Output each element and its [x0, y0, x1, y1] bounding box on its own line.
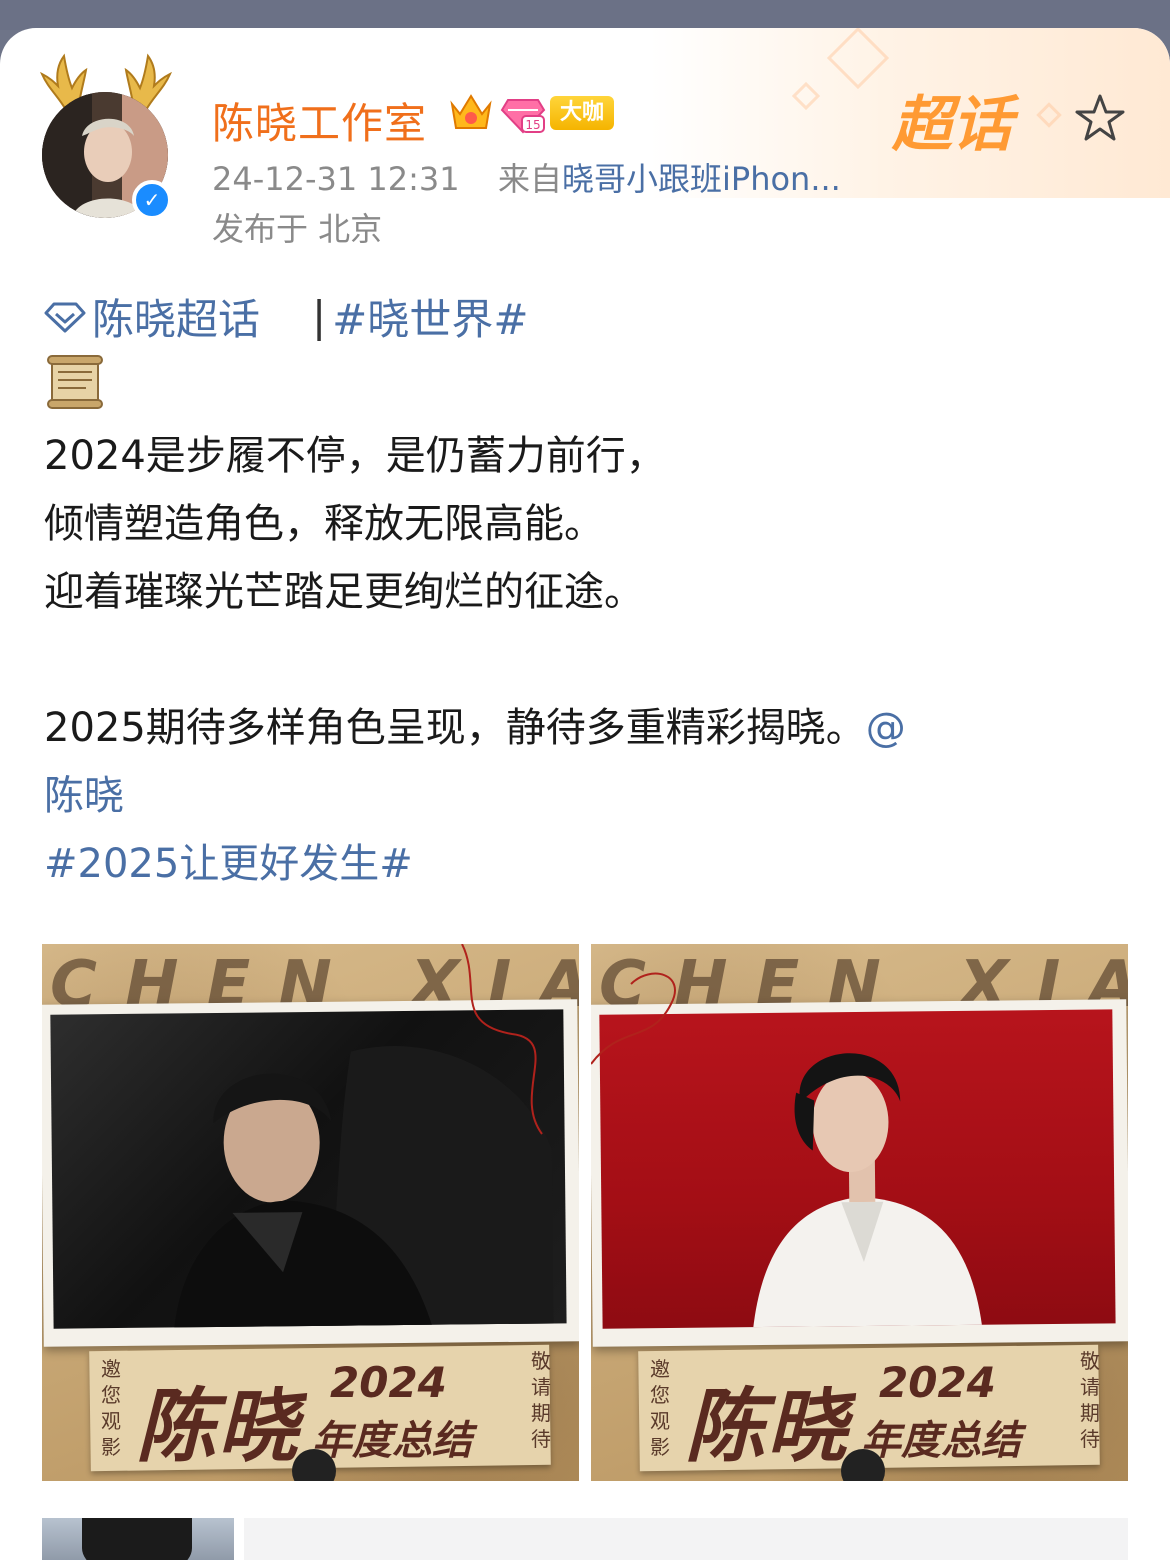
crown-icon[interactable] [448, 90, 494, 134]
post-image-1[interactable]: CHEN XIAO 邀您观影 陈晓 2024 年度总结 敬请期待 [42, 944, 579, 1481]
topic-separator: | [312, 292, 327, 341]
poster-year: 2024 [330, 1358, 447, 1407]
poster-vertical-left: 邀您观影 [101, 1357, 121, 1459]
hashtag-link[interactable]: #2025让更好发生# [44, 830, 1134, 898]
poster-year: 2024 [879, 1358, 996, 1407]
hashtag-link[interactable]: #晓世界# [332, 286, 528, 347]
mention-at[interactable]: @ [866, 705, 906, 751]
status-bar-strip [0, 0, 1170, 30]
avatar-block[interactable]: ✓ [36, 48, 176, 228]
post-body: 2024是步履不停，是仍蓄力前行， 倾情塑造角色，释放无限高能。 迎着璀璨光芒踏… [44, 422, 1134, 898]
svg-text:15: 15 [525, 118, 540, 132]
mention-link[interactable]: 陈晓 [44, 762, 1134, 830]
topic-line: 陈晓超话 | #晓世界# [44, 286, 529, 347]
post-image-2[interactable]: CHEN XIAO 邀您观影 陈晓 2024 年度总结 敬请期待 [591, 944, 1128, 1481]
diamond-icon [44, 302, 86, 332]
photo-detail [82, 1518, 192, 1560]
poster-title: 陈晓 [685, 1380, 849, 1473]
weibo-post-card: ✓ 陈晓工作室 15 大咖 超话 24-12-31 12:31 来自晓哥小跟班i… [0, 28, 1170, 1560]
timestamp: 24-12-31 12:31 [212, 160, 460, 198]
level-badge-icon[interactable]: 15 [500, 92, 546, 136]
source-link[interactable]: 晓哥小跟班iPhon... [562, 160, 841, 198]
post-image-3[interactable] [42, 1518, 234, 1560]
post-line: 迎着璀璨光芒踏足更绚烂的征途。 [44, 569, 644, 615]
supertopic-link[interactable]: 陈晓超话 [92, 286, 260, 347]
poster-subtitle: 年度总结 [312, 1418, 472, 1464]
poster-vertical-right: 敬请期待 [531, 1349, 551, 1451]
location: 发布于 北京 [212, 210, 383, 248]
poster-subtitle: 年度总结 [861, 1418, 1021, 1464]
poster-vertical-left: 邀您观影 [650, 1357, 670, 1459]
poster-vertical-right: 敬请期待 [1080, 1349, 1100, 1451]
post-line: 2024是步履不停，是仍蓄力前行， [44, 433, 666, 479]
post-image-row-filler [244, 1518, 1128, 1560]
scroll-emoji-icon [47, 355, 103, 409]
post-line: 2025期待多样角色呈现，静待多重精彩揭晓。@ [44, 705, 906, 751]
source-prefix: 来自 [497, 160, 562, 198]
post-meta: 24-12-31 12:31 来自晓哥小跟班iPhon... [212, 154, 841, 200]
username[interactable]: 陈晓工作室 [212, 90, 427, 151]
vip-badge[interactable]: 大咖 [550, 96, 615, 130]
verified-icon: ✓ [132, 180, 172, 220]
poster-title: 陈晓 [136, 1380, 300, 1473]
post-line: 倾情塑造角色，释放无限高能。 [44, 501, 604, 547]
star-icon[interactable] [1072, 90, 1128, 146]
supertopic-logo[interactable]: 超话 [892, 76, 1012, 163]
